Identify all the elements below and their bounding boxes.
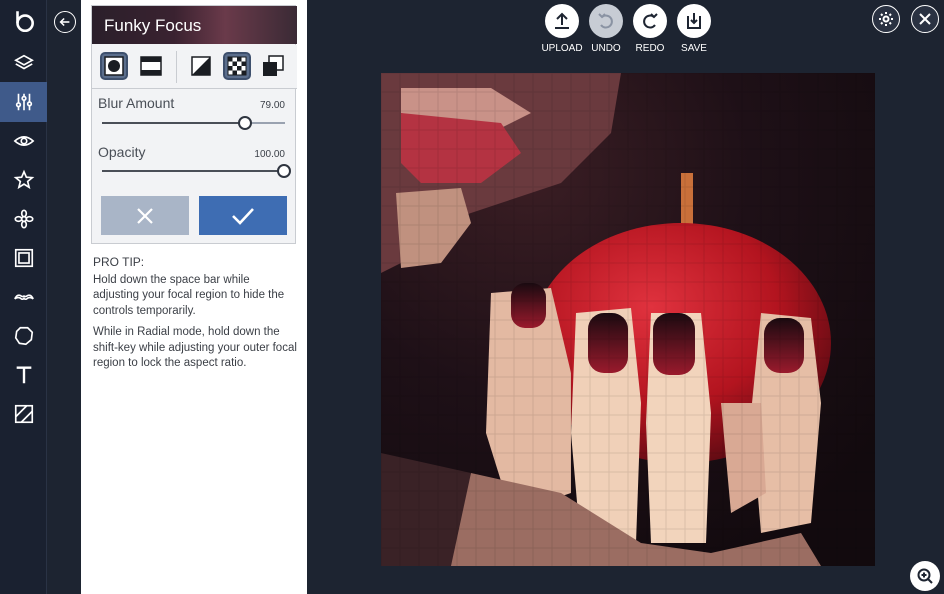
flower-icon[interactable] — [0, 199, 47, 239]
save-button[interactable] — [677, 4, 711, 38]
redo-icon — [643, 13, 658, 29]
opacity-knob[interactable] — [277, 164, 291, 178]
back-arrow-icon[interactable] — [54, 11, 76, 33]
blur-amount-label: Blur Amount — [98, 95, 175, 111]
apply-button[interactable] — [199, 196, 287, 235]
radial-mode-icon[interactable] — [100, 52, 128, 80]
layer-order-icon[interactable] — [259, 52, 287, 80]
upload-button[interactable] — [545, 4, 579, 38]
redo-button[interactable] — [633, 4, 667, 38]
undo-icon — [598, 13, 613, 29]
blur-amount-knob[interactable] — [238, 116, 252, 130]
eye-icon[interactable] — [0, 121, 47, 161]
pixelate-mode-icon[interactable] — [223, 52, 251, 80]
opacity-value: 100.00 — [254, 149, 285, 160]
cancel-button[interactable] — [101, 196, 189, 235]
blur-amount-track-rest[interactable] — [247, 122, 285, 124]
checkmark-icon — [232, 207, 254, 225]
adjust-icon[interactable] — [0, 82, 47, 122]
gear-icon — [879, 12, 893, 26]
zoom-in-icon — [917, 568, 933, 584]
texture-icon[interactable] — [0, 394, 47, 434]
text-icon[interactable] — [0, 355, 47, 395]
pro-tip-paragraph: While in Radial mode, hold down the shif… — [93, 326, 297, 369]
opacity-track[interactable] — [102, 170, 285, 172]
opacity-label: Opacity — [98, 144, 146, 160]
frame-icon[interactable] — [0, 238, 47, 278]
photo-canvas[interactable] — [381, 73, 875, 566]
linear-mode-icon[interactable] — [137, 52, 165, 80]
card-header: Funky Focus — [92, 6, 297, 44]
panel-title: Funky Focus — [104, 16, 202, 35]
pro-tip: PRO TIP: Hold down the space bar while a… — [93, 255, 298, 378]
gradient-mode-icon[interactable] — [187, 52, 215, 80]
mustache-icon[interactable] — [0, 277, 47, 317]
pro-tip-heading: PRO TIP: — [93, 255, 145, 269]
settings-button[interactable] — [872, 5, 900, 33]
logo-icon[interactable] — [0, 1, 47, 41]
star-icon[interactable] — [0, 160, 47, 200]
layers-icon[interactable] — [0, 43, 47, 83]
close-icon — [137, 207, 153, 224]
zoom-button[interactable] — [910, 561, 940, 591]
close-icon — [919, 13, 931, 25]
undo-button[interactable] — [589, 4, 623, 38]
close-button[interactable] — [911, 5, 939, 33]
save-label: SAVE — [681, 43, 707, 54]
shape-icon[interactable] — [0, 316, 47, 356]
tool-rail — [0, 0, 47, 594]
pixelated-photo — [381, 73, 875, 566]
pro-tip-paragraph: Hold down the space bar while adjusting … — [93, 273, 285, 317]
back-column — [47, 0, 81, 594]
effect-card: Funky Focus Blur Amount 79.00 Opacity 10… — [91, 5, 297, 244]
upload-icon — [555, 12, 569, 29]
blur-amount-value: 79.00 — [259, 100, 285, 111]
blur-amount-track[interactable] — [102, 122, 247, 124]
mode-separator — [176, 51, 177, 83]
save-icon — [687, 13, 701, 29]
mode-row — [92, 45, 297, 89]
